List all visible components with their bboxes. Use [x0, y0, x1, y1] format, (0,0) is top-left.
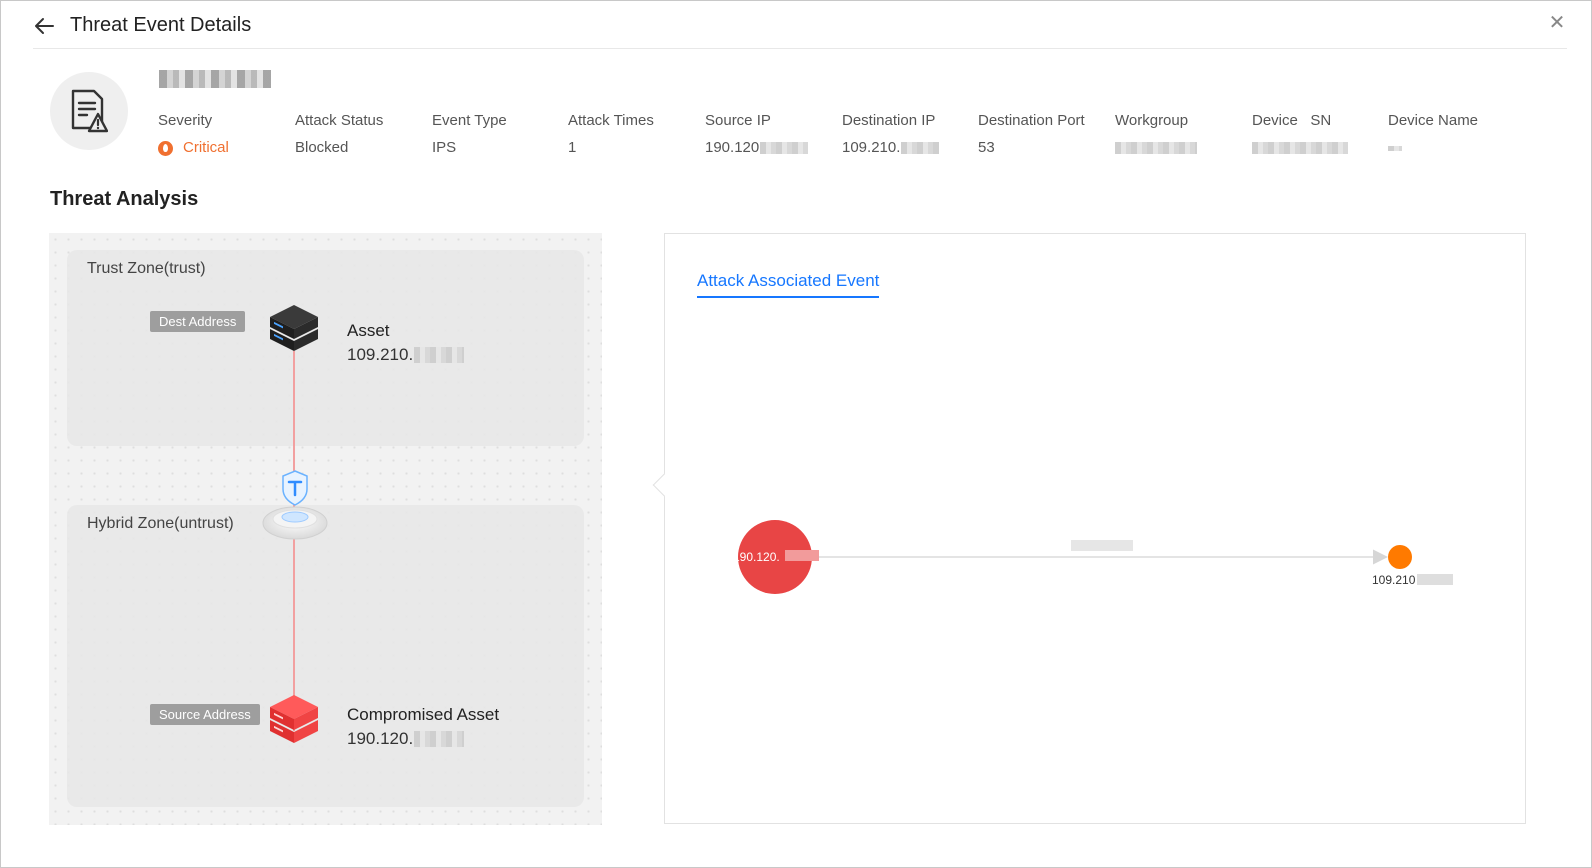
server-icon[interactable]	[268, 303, 320, 353]
dest-asset-ip: 109.210.	[347, 345, 465, 365]
field-label: Attack Status	[295, 112, 384, 129]
field-value: Blocked	[295, 139, 349, 156]
dest-address-tag: Dest Address	[150, 311, 246, 332]
fire-icon	[158, 140, 173, 156]
field-device-sn: Device SN	[1252, 111, 1387, 158]
field-value: IPS	[432, 139, 457, 156]
field-attack-status: Attack Status Blocked	[295, 111, 430, 158]
dialog-frame: Threat Event Details ✕ Severity Critical…	[0, 0, 1592, 868]
field-label: Event Type	[432, 112, 507, 129]
close-icon[interactable]: ✕	[1547, 13, 1567, 33]
target-node-circle[interactable]	[1388, 545, 1412, 569]
redacted-text	[785, 550, 819, 561]
edge-label-redacted	[1071, 540, 1133, 551]
field-label: Attack Times	[568, 112, 654, 129]
zone-label: Hybrid Zone(untrust)	[87, 515, 234, 532]
field-value	[1115, 138, 1250, 158]
redacted-text	[901, 142, 940, 154]
redacted-text	[760, 142, 809, 154]
source-ip-value: 190.120	[705, 139, 760, 156]
source-asset-title: Compromised Asset	[347, 705, 500, 724]
field-label: Source IP	[705, 112, 771, 129]
field-attack-times: Attack Times 1	[568, 111, 703, 158]
redacted-text	[1388, 145, 1402, 151]
event-name-redacted	[159, 70, 271, 88]
field-destination-ip: Destination IP 109.210.	[842, 111, 977, 158]
field-event-type: Event Type IPS	[432, 111, 567, 158]
field-workgroup: Workgroup	[1115, 111, 1250, 158]
trust-zone: Trust Zone(trust)	[67, 250, 584, 446]
field-label: Destination Port	[978, 112, 1085, 129]
compromised-server-icon[interactable]	[268, 693, 320, 745]
source-ip-text: 190.120.	[347, 729, 414, 748]
field-value: 1	[568, 139, 577, 156]
destination-ip-value: 109.210.	[842, 139, 901, 156]
redacted-text	[1252, 142, 1348, 154]
back-arrow-icon[interactable]	[33, 15, 55, 37]
field-label: Workgroup	[1115, 112, 1189, 129]
redacted-text	[414, 347, 465, 363]
associated-event-panel: Attack Associated Event 190.120. 109.210	[652, 233, 1526, 824]
page-title: Threat Event Details	[70, 14, 252, 36]
target-node-label: 109.210	[1372, 573, 1416, 587]
field-label: Destination IP	[842, 112, 936, 129]
field-value: 53	[978, 139, 995, 156]
source-node-label: 190.120.	[733, 550, 780, 564]
redacted-text	[1417, 574, 1453, 585]
field-label: Device SN	[1252, 112, 1332, 129]
field-source-ip: Source IP 190.120	[705, 111, 840, 158]
field-value	[1252, 138, 1387, 158]
field-value: Critical	[158, 138, 293, 158]
field-device-name: Device Name	[1388, 111, 1523, 158]
severity-value: Critical	[183, 139, 229, 156]
zone-label: Trust Zone(trust)	[87, 260, 206, 277]
field-value	[1388, 138, 1523, 158]
redacted-text	[414, 731, 465, 747]
firewall-shield-icon[interactable]	[261, 469, 331, 547]
topology-panel: Trust Zone(trust) Hybrid Zone(untrust) D…	[49, 233, 602, 825]
field-destination-port: Destination Port 53	[978, 111, 1113, 158]
field-value: 190.120	[705, 138, 840, 158]
field-value: 109.210.	[842, 138, 977, 158]
dest-ip-text: 109.210.	[347, 345, 414, 364]
dest-asset-title: Asset	[347, 321, 390, 340]
associated-event-graph: 190.120. 109.210	[733, 520, 1453, 594]
field-label: Device Name	[1388, 112, 1479, 129]
event-document-icon	[50, 72, 128, 150]
field-label: Severity	[158, 112, 213, 129]
field-severity: Severity Critical	[158, 111, 293, 158]
redacted-text	[1115, 142, 1197, 154]
dialog-header: Threat Event Details ✕	[33, 1, 1567, 49]
source-address-tag: Source Address	[150, 704, 260, 725]
hybrid-zone: Hybrid Zone(untrust)	[67, 505, 584, 807]
section-title: Threat Analysis	[50, 188, 199, 210]
source-asset-ip: 190.120.	[347, 729, 465, 749]
